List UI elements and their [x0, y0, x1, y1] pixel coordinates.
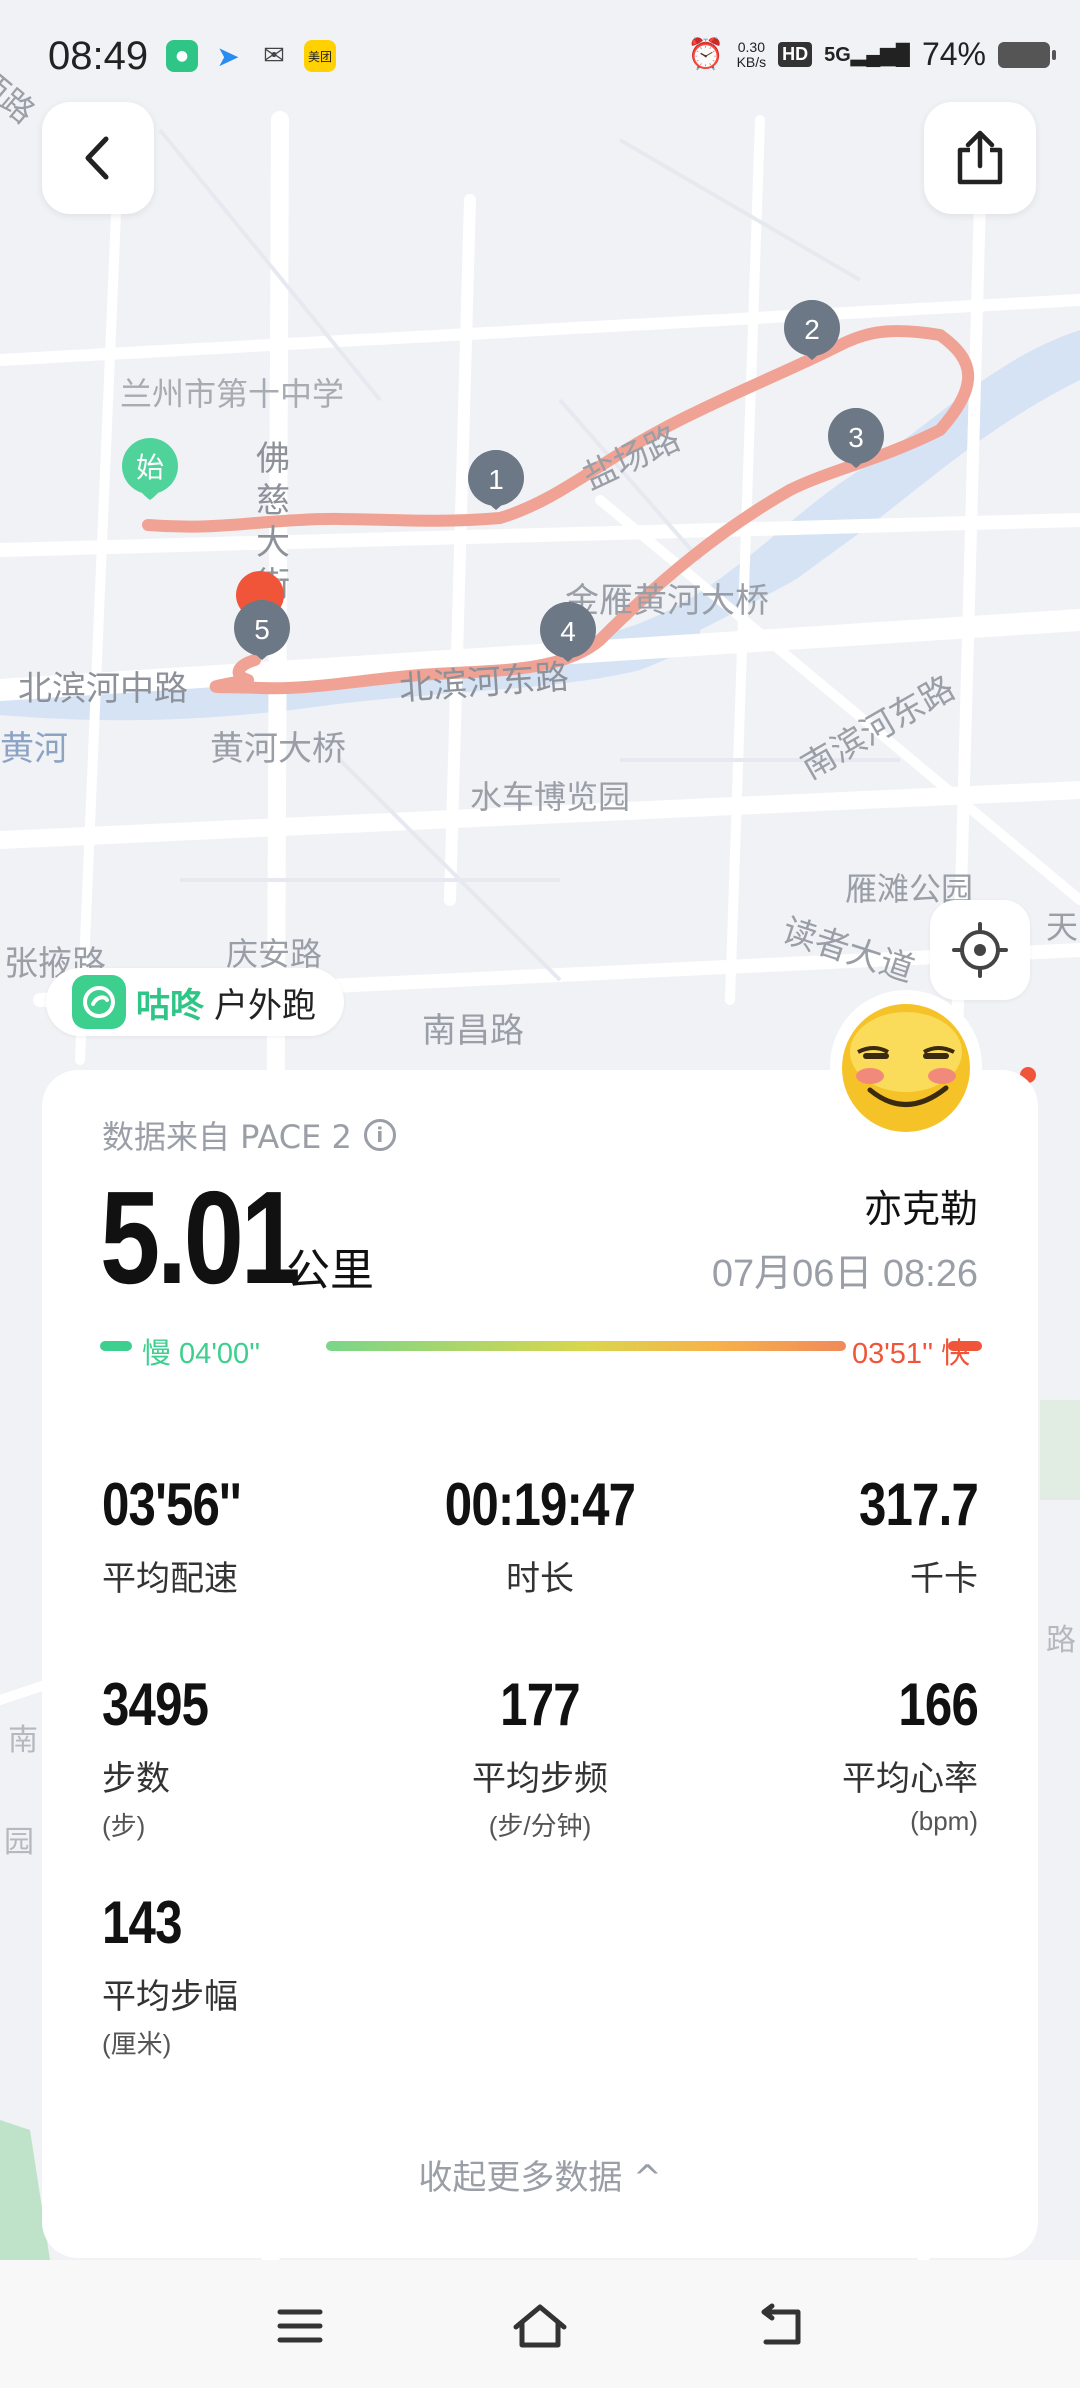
app-notification-icon: ● — [166, 40, 198, 72]
activity-badge: 咕咚 户外跑 — [46, 968, 344, 1036]
svg-text:1: 1 — [488, 464, 504, 495]
metric-value: 317.7 — [858, 1471, 979, 1538]
metric-value: 3495 — [102, 1671, 209, 1738]
net-speed-unit: KB/s — [736, 53, 767, 70]
menu-button[interactable] — [260, 2286, 340, 2366]
share-icon — [957, 130, 1003, 185]
user-name: 亦克勒 — [863, 1187, 978, 1231]
signal-label: 5G — [824, 44, 851, 66]
metric-label: 平均配速 — [102, 1559, 238, 1599]
menu-icon — [277, 2309, 323, 2343]
metric-label: 平均心率 — [842, 1759, 978, 1799]
metric-unit: (步/分钟) — [488, 1811, 592, 1841]
battery-percent: 74% — [921, 36, 986, 72]
metric-unit: (厘米) — [102, 2029, 172, 2059]
fast-indicator — [948, 1341, 982, 1351]
slow-pace-label: 慢 04'00'' — [142, 1338, 261, 1370]
share-button[interactable] — [924, 102, 1036, 214]
wechat-icon: ✉ — [263, 41, 285, 71]
svg-text:3: 3 — [848, 422, 864, 453]
map-label-tian: 天 — [1046, 908, 1078, 946]
distance-value: 5.01 — [100, 1164, 301, 1311]
alarm-icon: ⏰ — [687, 38, 725, 71]
map-label-da: 大 — [256, 523, 290, 563]
chevron-left-icon — [85, 136, 109, 180]
summary-card: 数据来自 PACE 2 i 5.01 公里 亦克勒 07月06日 08:26 慢… — [42, 1070, 1038, 2258]
smiley-face-icon — [834, 994, 978, 1138]
svg-text:5: 5 — [254, 614, 270, 645]
map-label-yellow-river: 黄河 — [0, 729, 68, 769]
codoon-logo-icon — [72, 975, 126, 1029]
back-button[interactable] — [42, 102, 154, 214]
map-park — [1040, 1400, 1080, 1500]
metric-value: 143 — [102, 1889, 182, 1956]
data-source: 数据来自 PACE 2 i — [102, 1112, 396, 1158]
map-label-yuan: 园 — [4, 1825, 34, 1860]
status-indicators: ⏰ 0.30 KB/s HD 5G▂▄▆█ 74% — [687, 36, 1056, 73]
distance-unit: 公里 — [286, 1245, 374, 1296]
activity-datetime: 07月06日 08:26 — [711, 1253, 978, 1295]
back-nav-button[interactable] — [740, 2286, 820, 2366]
svg-text:4: 4 — [560, 616, 576, 647]
metric-label: 时长 — [506, 1559, 574, 1599]
battery-icon — [998, 41, 1056, 68]
user-avatar[interactable] — [830, 990, 982, 1142]
fast-pace-label: 03'51'' 快 — [852, 1338, 971, 1370]
map-label-lu: 路 — [1046, 1623, 1076, 1658]
pace-gradient — [326, 1341, 846, 1351]
net-speed: 0.30 KB/s — [736, 38, 767, 70]
map-label-nan: 南 — [8, 1723, 38, 1758]
svg-text:2: 2 — [804, 314, 820, 345]
map-label-yellow-river-bridge: 黄河大桥 — [210, 729, 346, 769]
net-speed-value: 0.30 — [737, 38, 765, 55]
activity-type: 户外跑 — [214, 985, 316, 1026]
map-label-ci: 慈 — [256, 481, 290, 521]
data-source-text: 数据来自 PACE 2 — [102, 1118, 352, 1156]
metric-stride: 143 平均步幅 (厘米) — [102, 1888, 402, 2061]
pace-range-bar: 慢 04'00'' 03'51'' 快 — [100, 1330, 982, 1370]
metric-calories: 317.7 千卡 — [678, 1470, 979, 1600]
hd-badge: HD — [778, 42, 813, 67]
metric-avg-pace: 03'56'' 平均配速 — [102, 1470, 402, 1600]
map-label-waterwheel-park: 水车博览园 — [470, 778, 630, 816]
system-nav-bar — [0, 2260, 1080, 2388]
home-icon — [513, 2304, 567, 2348]
notification-icons: ● ➤ ✉ 美团 — [166, 39, 336, 73]
info-icon[interactable]: i — [363, 1119, 396, 1151]
map-label-nanchang-road: 南昌路 — [422, 1011, 524, 1051]
metric-label: 千卡 — [910, 1559, 978, 1599]
collapse-more-data-button[interactable]: 收起更多数据 ^ — [42, 2150, 1038, 2199]
metric-steps: 3495 步数 (步) — [102, 1670, 402, 1843]
map-label-school: 兰州市第十中学 — [120, 375, 344, 413]
metric-value: 177 — [500, 1671, 580, 1738]
metric-value: 03'56'' — [102, 1471, 242, 1538]
home-button[interactable] — [500, 2286, 580, 2366]
map-label-beibinhe-mid: 北滨河中路 — [18, 669, 188, 709]
metric-unit: (bpm) — [910, 1806, 978, 1836]
metric-cadence: 177 平均步频 (步/分钟) — [390, 1670, 690, 1843]
app-brand: 咕咚 — [136, 985, 204, 1026]
crosshair-icon — [952, 922, 1008, 978]
locate-button[interactable] — [930, 900, 1030, 1000]
metric-value: 00:19:47 — [444, 1471, 636, 1538]
map-label-fo: 佛 — [256, 439, 290, 479]
map-label-jinyan-bridge: 金雁黄河大桥 — [565, 581, 769, 621]
svg-text:始: 始 — [136, 451, 164, 484]
metric-duration: 00:19:47 时长 — [390, 1470, 690, 1600]
send-icon: ➤ — [216, 39, 240, 73]
metric-label: 平均步频 — [472, 1759, 608, 1799]
metric-label: 平均步幅 — [102, 1977, 238, 2017]
status-time: 08:49 — [48, 34, 149, 78]
meituan-icon: 美团 — [304, 40, 336, 72]
metric-unit: (步) — [102, 1811, 146, 1841]
back-arrow-icon — [761, 2303, 801, 2345]
slow-indicator — [100, 1341, 132, 1351]
metric-heart-rate: 166 平均心率 (bpm) — [678, 1670, 979, 1837]
metric-label: 步数 — [102, 1759, 170, 1799]
metric-value: 166 — [898, 1671, 978, 1738]
status-bar: 08:49 ● ➤ ✉ 美团 ⏰ 0.30 KB/s HD 5G▂▄▆█ 74% — [0, 0, 1080, 120]
signal-icon: 5G▂▄▆█ — [824, 44, 910, 66]
